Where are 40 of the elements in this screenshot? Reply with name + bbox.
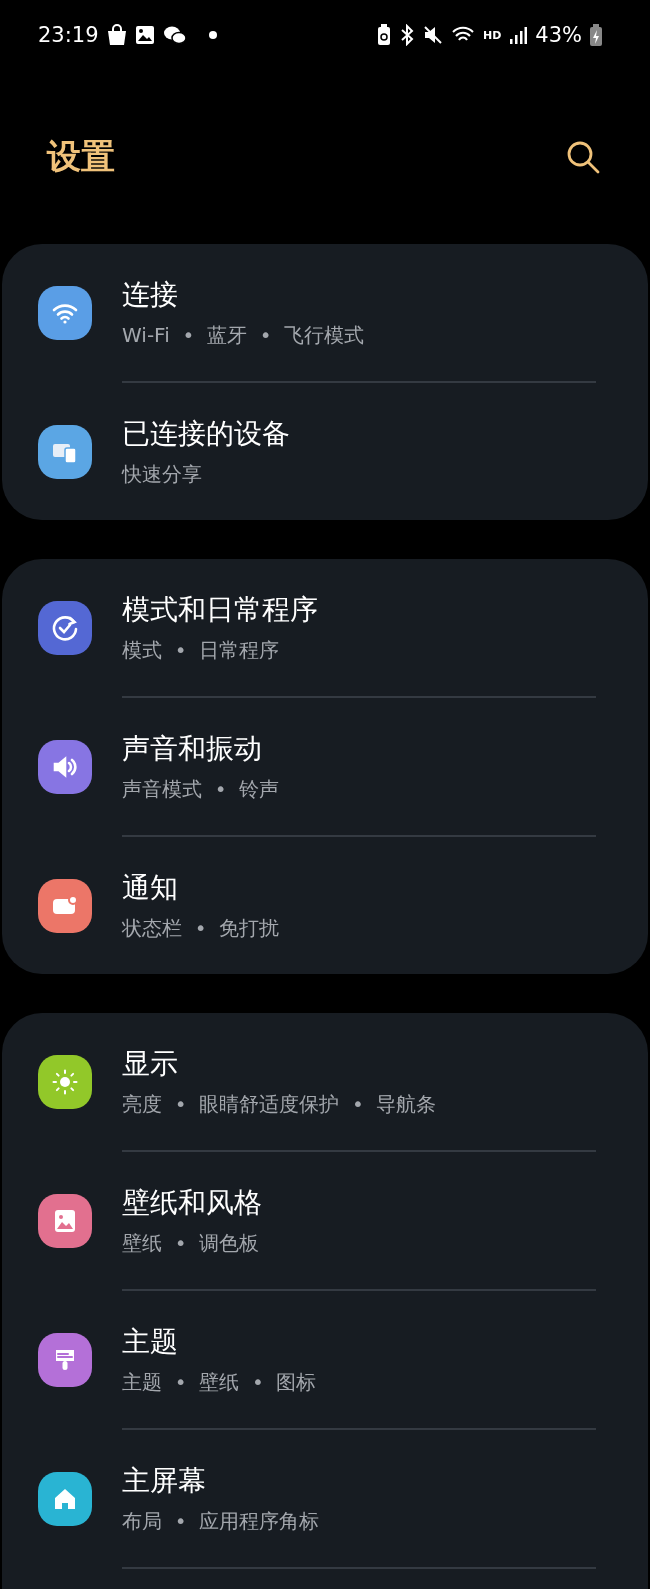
item-title: 通知	[122, 870, 179, 906]
battery-saver-icon	[376, 24, 391, 46]
notification-dot-icon	[208, 31, 217, 39]
settings-item[interactable]: 通知 状态栏 • 免打扰	[2, 837, 648, 974]
item-title: 显示	[122, 1046, 179, 1082]
network-type-label: HD	[482, 28, 502, 42]
page-title: 设置	[47, 135, 115, 178]
chat-icon	[162, 25, 187, 45]
settings-item[interactable]: 显示 亮度 • 眼睛舒适度保护 • 导航条	[2, 1013, 648, 1150]
signal-icon	[509, 26, 528, 44]
image-icon	[134, 25, 155, 45]
item-title: 主屏幕	[122, 1463, 207, 1499]
item-subtitle: 壁纸 • 调色板	[122, 1230, 261, 1257]
shopping-bag-icon	[106, 24, 127, 46]
item-title: 主题	[122, 1324, 179, 1360]
settings-item[interactable]: 主屏幕 布局 • 应用程序角标	[2, 1430, 648, 1567]
item-subtitle: 亮度 • 眼睛舒适度保护 • 导航条	[122, 1091, 437, 1118]
battery-charging-icon	[590, 24, 602, 46]
item-subtitle: 状态栏 • 免打扰	[122, 915, 280, 942]
item-title: 已连接的设备	[122, 416, 290, 452]
battery-percentage: 43%	[535, 23, 582, 47]
item-subtitle: 快速分享	[122, 461, 203, 488]
settings-item[interactable]: 声音和振动 声音模式 • 铃声	[2, 698, 648, 835]
settings-item[interactable]: 模式和日常程序 模式 • 日常程序	[2, 559, 648, 696]
item-title: 连接	[122, 277, 179, 313]
item-subtitle: 声音模式 • 铃声	[122, 776, 280, 803]
item-subtitle: 主题 • 壁纸 • 图标	[122, 1369, 317, 1396]
settings-item[interactable]: 壁纸和风格 壁纸 • 调色板	[2, 1152, 648, 1289]
mute-icon	[422, 25, 443, 45]
settings-item[interactable]: 已连接的设备 快速分享	[2, 383, 648, 520]
settings-item[interactable]: 连接 Wi-Fi • 蓝牙 • 飞行模式	[2, 244, 648, 381]
settings-item[interactable]: 主题 主题 • 壁纸 • 图标	[2, 1291, 648, 1428]
clock: 23:19	[38, 23, 99, 47]
item-title: 声音和振动	[122, 731, 263, 767]
item-title: 模式和日常程序	[122, 592, 318, 628]
item-title: 壁纸和风格	[122, 1185, 262, 1221]
item-subtitle: Wi-Fi • 蓝牙 • 飞行模式	[122, 322, 365, 349]
search-icon[interactable]	[566, 140, 600, 174]
item-subtitle: 布局 • 应用程序角标	[122, 1508, 320, 1535]
item-subtitle: 模式 • 日常程序	[122, 637, 281, 664]
